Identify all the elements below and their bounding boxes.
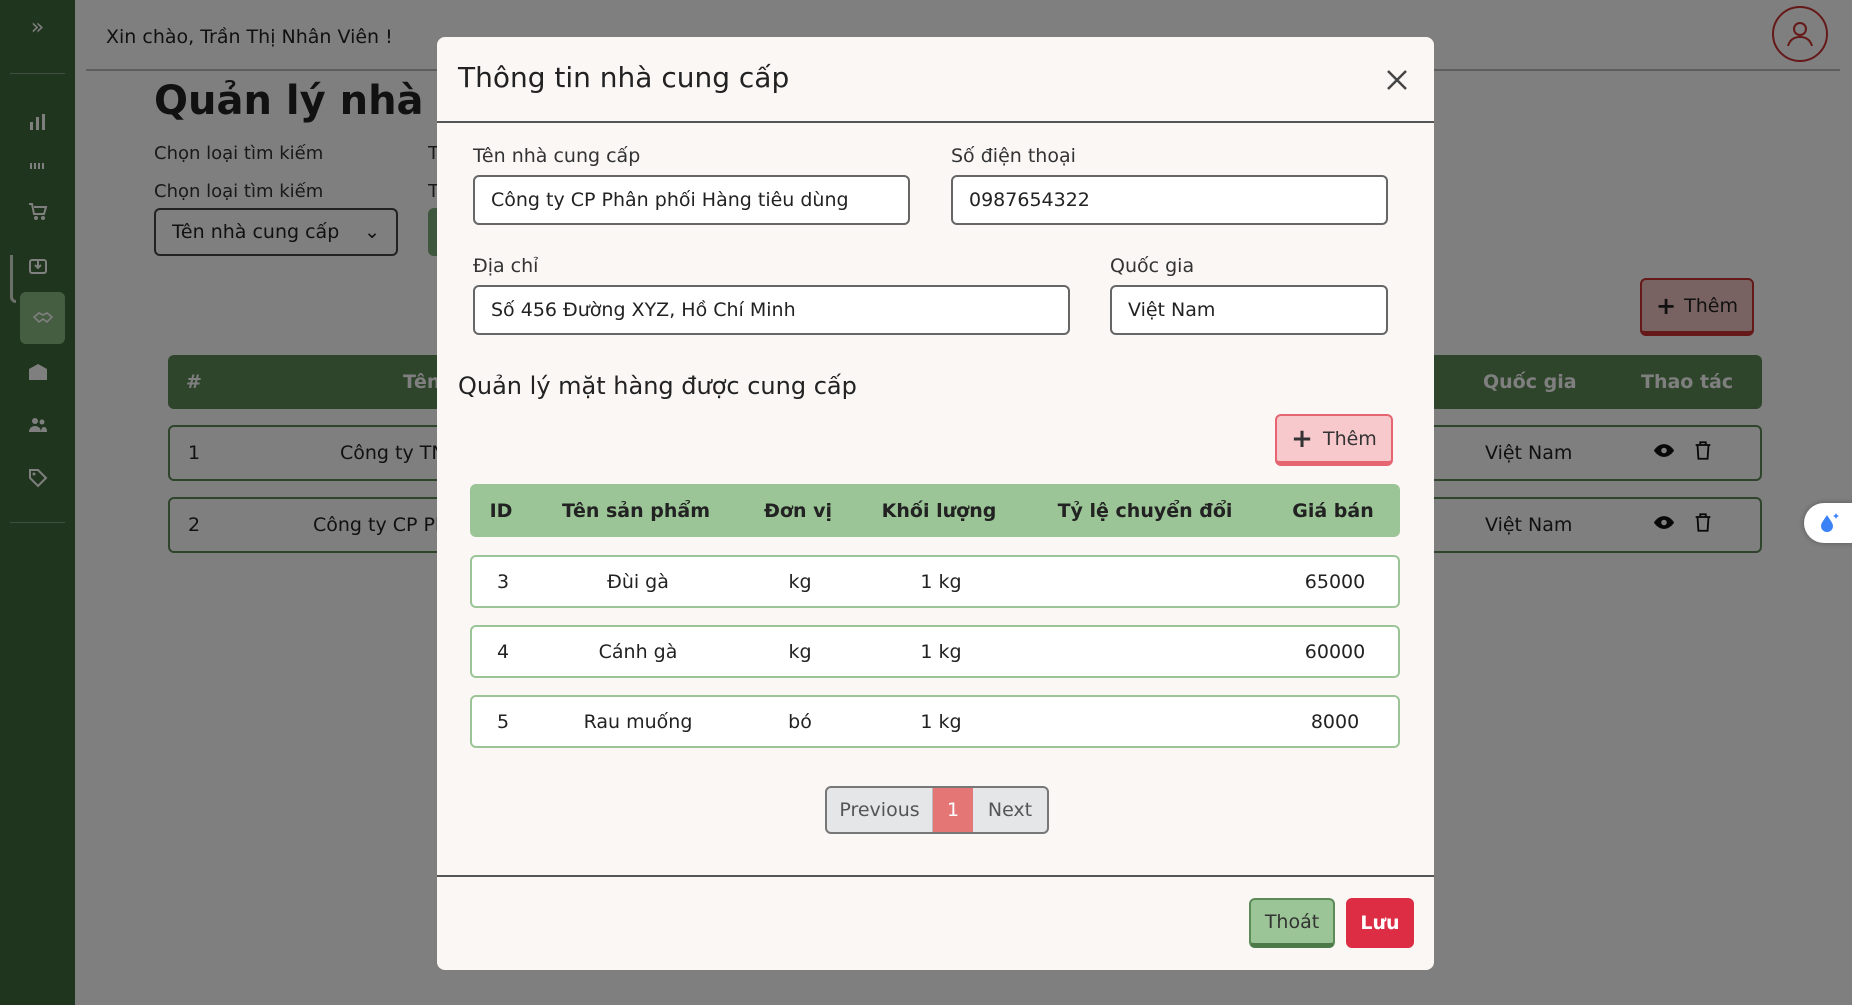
exit-button[interactable]: Thoát [1249,898,1335,948]
previous-page-button[interactable]: Previous [827,788,933,832]
column-header: Đơn vị [763,499,833,522]
supplier-name-label: Tên nhà cung cấp [473,145,641,167]
product-row[interactable]: 3 Đùi gà kg 1 kg 65000 [470,555,1400,608]
country-label: Quốc gia [1110,255,1195,277]
close-icon[interactable] [1382,65,1412,95]
products-section-title: Quản lý mặt hàng được cung cấp [458,372,857,400]
add-product-button[interactable]: + Thêm [1275,414,1393,466]
product-name: Cánh gà [598,640,678,663]
next-page-button[interactable]: Next [973,788,1047,832]
phone-label: Số điện thoại [951,145,1076,167]
product-row[interactable]: 5 Rau muống bó 1 kg 8000 [470,695,1400,748]
address-label: Địa chỉ [473,255,539,277]
country-field[interactable]: Việt Nam [1110,285,1388,335]
supplier-name-field[interactable]: Công ty CP Phân phối Hàng tiêu dùng [473,175,910,225]
column-header: Khối lượng [881,499,997,522]
address-field[interactable]: Số 456 Đường XYZ, Hồ Chí Minh [473,285,1070,335]
products-table-header: ID Tên sản phẩm Đơn vị Khối lượng Tỷ lệ … [470,484,1400,537]
column-header: Giá bán [1292,499,1374,522]
phone-field[interactable]: 0987654322 [951,175,1388,225]
save-button[interactable]: Lưu [1346,898,1414,948]
assistant-widget-icon[interactable] [1804,503,1852,543]
column-header: Tên sản phẩm [561,499,711,522]
product-name: Rau muống [583,710,693,733]
plus-icon: + [1291,423,1313,454]
product-unit: bó [788,710,812,733]
column-header: ID [489,499,513,522]
product-unit: kg [788,570,812,593]
product-price: 65000 [1304,570,1366,593]
supplier-info-modal: Thông tin nhà cung cấp Tên nhà cung cấp … [437,37,1434,970]
product-id: 5 [496,710,510,733]
add-product-label: Thêm [1322,427,1377,450]
column-header: Tỷ lệ chuyển đổi [1057,499,1233,522]
product-id: 4 [496,640,510,663]
product-weight: 1 kg [920,710,962,733]
modal-title: Thông tin nhà cung cấp [458,61,790,94]
product-weight: 1 kg [920,570,962,593]
product-weight: 1 kg [920,640,962,663]
product-unit: kg [788,640,812,663]
product-id: 3 [496,570,510,593]
modal-header: Thông tin nhà cung cấp [437,37,1434,123]
product-price: 8000 [1310,710,1360,733]
product-price: 60000 [1304,640,1366,663]
page-1-button[interactable]: 1 [933,788,973,832]
pagination: Previous 1 Next [825,786,1049,834]
product-row[interactable]: 4 Cánh gà kg 1 kg 60000 [470,625,1400,678]
modal-footer-divider [437,875,1434,877]
product-name: Đùi gà [607,570,669,593]
